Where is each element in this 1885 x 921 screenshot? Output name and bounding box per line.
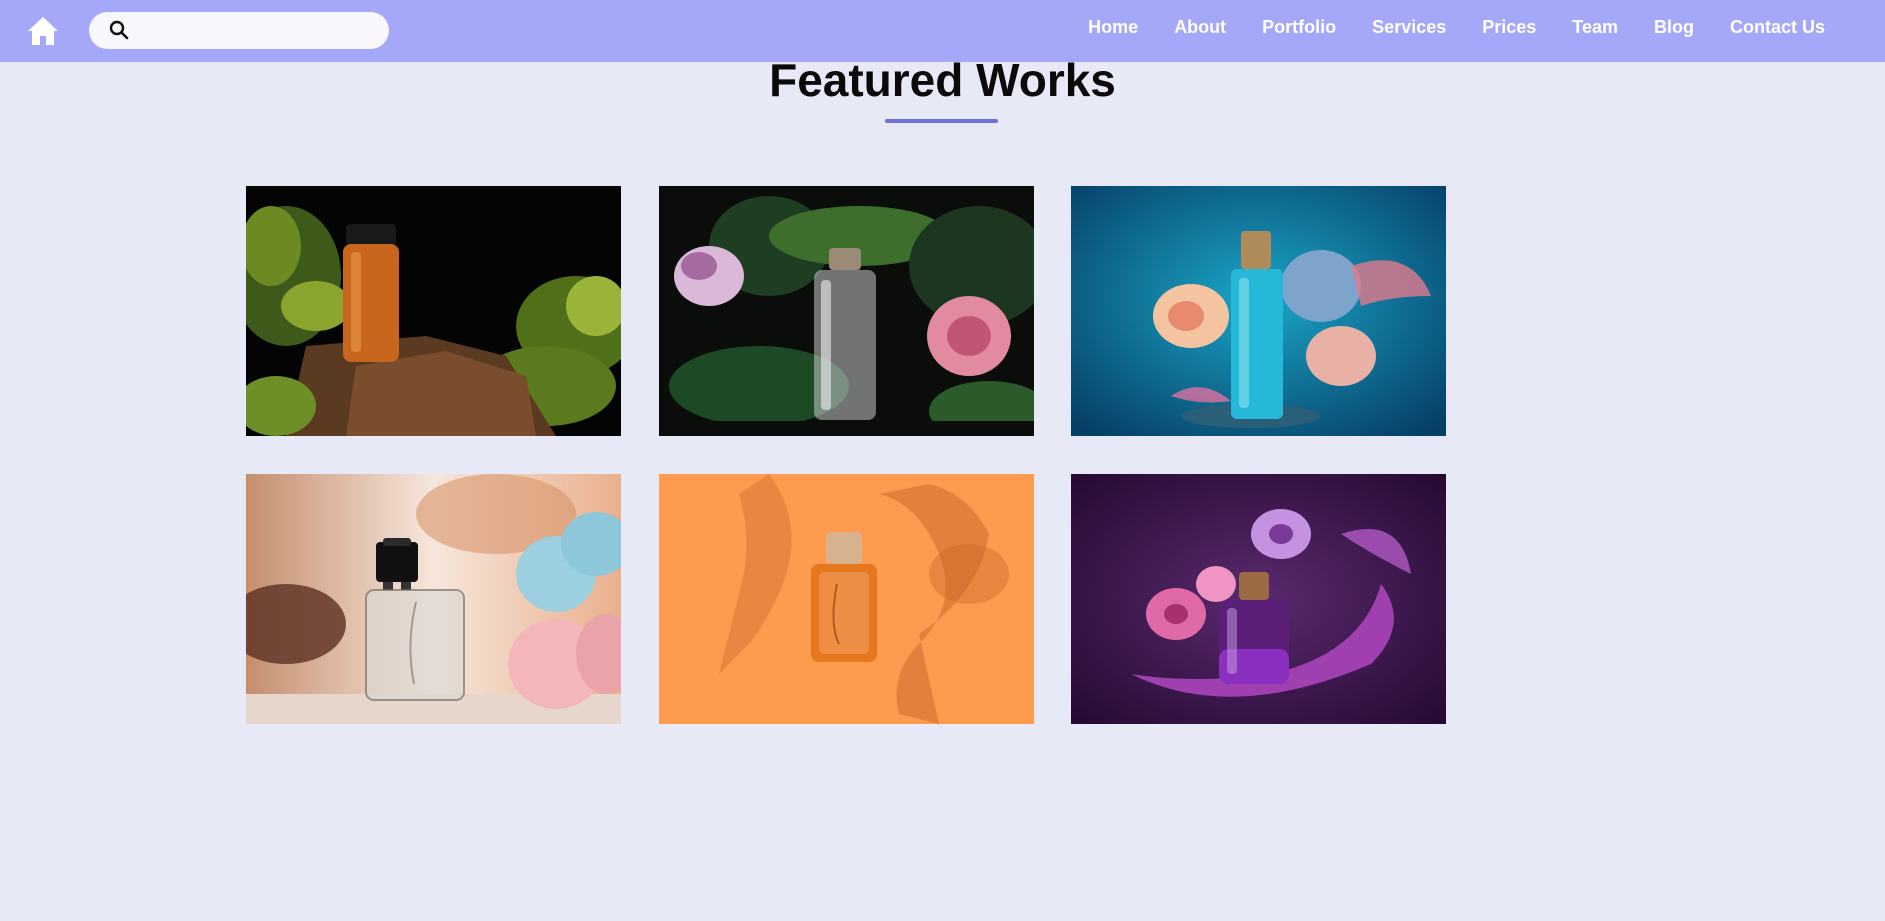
home-icon[interactable] <box>26 15 60 47</box>
perfume-image <box>1071 474 1446 724</box>
perfume-image <box>1071 186 1446 436</box>
perfume-image <box>246 186 621 436</box>
perfume-image <box>659 186 1034 436</box>
work-tile-amber-bottle[interactable] <box>246 186 621 436</box>
search-icon <box>109 20 129 40</box>
nav-link-contact-us[interactable]: Contact Us <box>1730 17 1825 38</box>
work-tile-orange-bottle[interactable] <box>659 474 1034 724</box>
nav-link-portfolio[interactable]: Portfolio <box>1262 17 1336 38</box>
nav-link-about[interactable]: About <box>1174 17 1226 38</box>
work-tile-clear-bottle[interactable] <box>659 186 1034 436</box>
search-input[interactable] <box>137 16 381 46</box>
top-navbar: Home About Portfolio Services Prices Tea… <box>0 0 1885 62</box>
nav-link-home[interactable]: Home <box>1088 17 1138 38</box>
nav-menu: Home About Portfolio Services Prices Tea… <box>1088 0 1825 54</box>
work-tile-blue-bottle[interactable] <box>1071 186 1446 436</box>
title-underline <box>885 119 998 123</box>
nav-link-services[interactable]: Services <box>1372 17 1446 38</box>
nav-link-blog[interactable]: Blog <box>1654 17 1694 38</box>
work-tile-purple-bottle[interactable] <box>1071 474 1446 724</box>
nav-link-prices[interactable]: Prices <box>1482 17 1536 38</box>
nav-link-team[interactable]: Team <box>1572 17 1618 38</box>
search-bar[interactable] <box>89 12 389 49</box>
perfume-image <box>246 474 621 724</box>
perfume-image <box>659 474 1034 724</box>
work-tile-square-bottle[interactable] <box>246 474 621 724</box>
